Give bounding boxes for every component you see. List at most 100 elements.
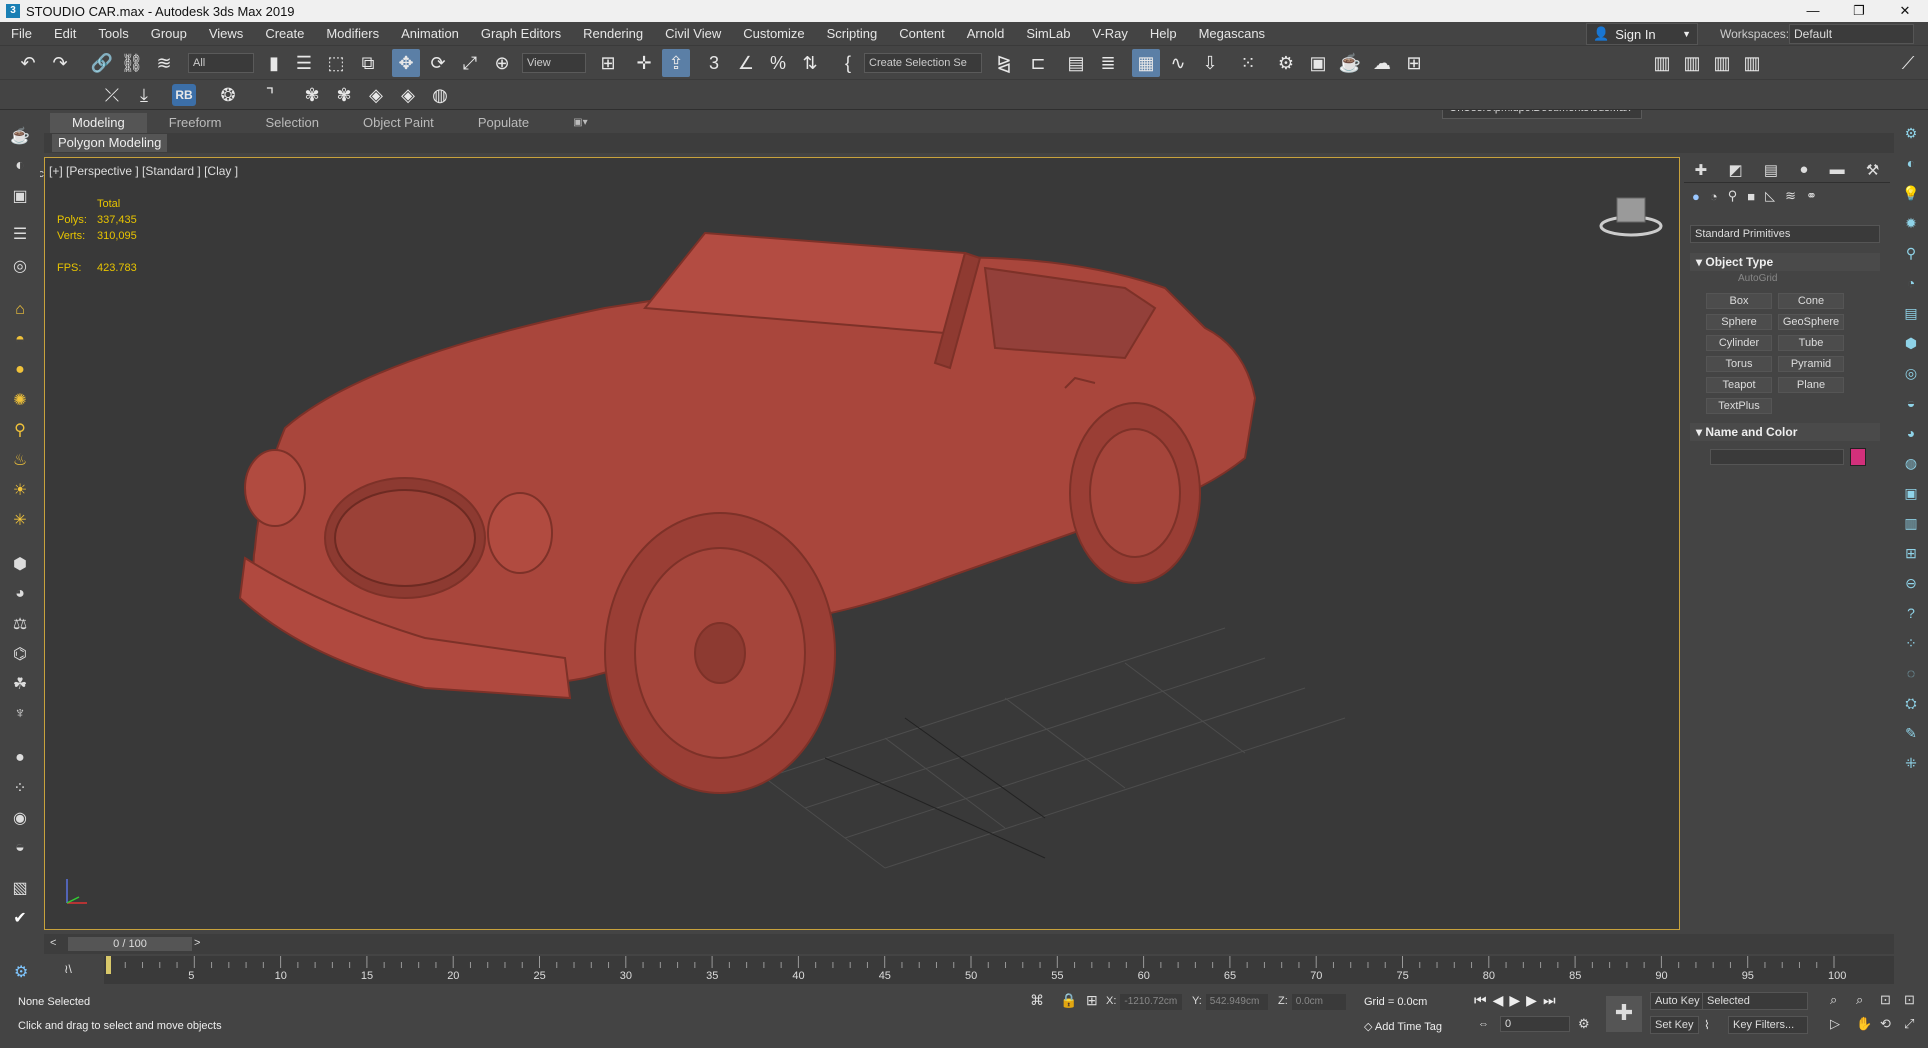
toggle-ribbon-icon[interactable]: ▦: [1132, 49, 1160, 77]
previous-frame-icon[interactable]: ◀: [1493, 992, 1504, 1009]
named-selection-set-dropdown[interactable]: Create Selection Se: [864, 53, 982, 73]
proxy-icon[interactable]: ⬢: [9, 553, 31, 575]
polygon-modeling-panel[interactable]: Polygon Modeling: [52, 134, 168, 152]
selection-filter-dropdown[interactable]: All: [188, 53, 254, 73]
primitive-teapot-button[interactable]: Teapot: [1706, 377, 1772, 393]
window-crossing-icon[interactable]: ⧉: [354, 49, 382, 77]
perspective-viewport[interactable]: [+] [Perspective ] [Standard ] [Clay ] T…: [44, 157, 1680, 930]
vray-info-icon[interactable]: ⊖: [1901, 573, 1921, 593]
menu-animation[interactable]: Animation: [390, 22, 470, 46]
current-frame-field[interactable]: 0: [1500, 1016, 1570, 1032]
helpers-icon[interactable]: ◺: [1765, 188, 1775, 204]
render-shortcuts-icon[interactable]: ⊞: [1400, 49, 1428, 77]
sky-icon[interactable]: ✳: [9, 509, 31, 531]
material-tool-2-icon[interactable]: ◈: [394, 81, 422, 109]
maxscript-icon[interactable]: ⚙: [14, 962, 28, 982]
reference-coordinate-dropdown[interactable]: View: [522, 53, 586, 73]
primitive-plane-button[interactable]: Plane: [1778, 377, 1844, 393]
render-in-cloud-icon[interactable]: ☁: [1368, 49, 1396, 77]
schematic-view-icon[interactable]: ⇩: [1196, 49, 1224, 77]
workspace-dropdown[interactable]: Default: [1789, 24, 1914, 44]
select-and-scale-icon[interactable]: ⤢: [456, 49, 484, 77]
menu-simlab[interactable]: SimLab: [1015, 22, 1081, 46]
pan-icon[interactable]: ◌: [1901, 663, 1921, 683]
car-model[interactable]: [45, 158, 1680, 930]
manipulate-icon[interactable]: ✛: [630, 49, 658, 77]
cameras-icon[interactable]: ■: [1747, 189, 1755, 204]
primitive-geosphere-button[interactable]: GeoSphere: [1778, 314, 1844, 330]
object-type-rollout[interactable]: ▾ Object Type: [1690, 253, 1880, 271]
menu-v-ray[interactable]: V-Ray: [1081, 22, 1138, 46]
pan-view-icon[interactable]: ✋: [1856, 1016, 1872, 1032]
vray-light-icon[interactable]: 💡: [1901, 183, 1921, 203]
lights-icon[interactable]: ⚲: [1728, 188, 1738, 204]
vray-icon[interactable]: ✔: [9, 907, 31, 929]
zoom-extents-icon[interactable]: ⊡: [1880, 992, 1891, 1008]
next-frame-button[interactable]: >: [194, 937, 200, 949]
close-button[interactable]: ✕: [1882, 0, 1928, 22]
vray-sun-icon[interactable]: ✹: [1901, 213, 1921, 233]
menu-content[interactable]: Content: [888, 22, 956, 46]
pivot-center-icon[interactable]: ⊞: [594, 49, 622, 77]
track-bar-icon[interactable]: ≀\: [64, 962, 72, 976]
link-icon[interactable]: 🔗: [88, 49, 116, 77]
lock-icon[interactable]: 🔒: [1060, 992, 1077, 1009]
prev-frame-button[interactable]: <: [50, 937, 56, 949]
add-time-tag[interactable]: ◇ Add Time Tag: [1364, 1020, 1442, 1033]
vray-plane-icon[interactable]: ◍: [1901, 453, 1921, 473]
select-and-move-icon[interactable]: ✥: [392, 49, 420, 77]
menu-graph-editors[interactable]: Graph Editors: [470, 22, 572, 46]
name-and-color-rollout[interactable]: ▾ Name and Color: [1690, 423, 1880, 441]
fov-icon[interactable]: ▷: [1830, 1016, 1840, 1032]
sun-icon[interactable]: ☀: [9, 479, 31, 501]
key-mode-icon[interactable]: ⇔: [1478, 1018, 1489, 1030]
open-file-icon[interactable]: ▥: [1678, 49, 1706, 77]
menu-customize[interactable]: Customize: [732, 22, 815, 46]
menu-modifiers[interactable]: Modifiers: [315, 22, 390, 46]
x-field[interactable]: -1210.72cm: [1120, 994, 1183, 1010]
zoom-all-icon[interactable]: ⌕: [1856, 992, 1863, 1008]
multi-material-icon[interactable]: ⁘: [9, 777, 31, 799]
ribbon-tab-object-paint[interactable]: Object Paint: [341, 113, 456, 133]
select-by-name-icon[interactable]: ☰: [290, 49, 318, 77]
material-ball-icon[interactable]: ●: [9, 747, 31, 769]
vray-ies-icon[interactable]: ⚲: [1901, 243, 1921, 263]
y-field[interactable]: 542.949cm: [1205, 994, 1268, 1010]
render-setup-icon[interactable]: ⚙: [1272, 49, 1300, 77]
mirror-icon[interactable]: ⧎: [990, 49, 1018, 77]
minimize-button[interactable]: —: [1790, 0, 1836, 22]
maximize-toggle-icon[interactable]: ⤢: [1904, 1016, 1914, 1032]
display-tab-icon[interactable]: ▬: [1830, 161, 1845, 178]
viewport-layout-icon[interactable]: ◐: [9, 155, 31, 177]
globe-icon[interactable]: ◍: [426, 81, 454, 109]
photometric-icon[interactable]: ♨: [9, 449, 31, 471]
angle-snap-icon[interactable]: ∠: [732, 49, 760, 77]
import-icon[interactable]: ⤓: [130, 81, 158, 109]
unlink-icon[interactable]: ⛓: [118, 49, 146, 77]
toolbar-overflow-icon[interactable]: ⟋: [1894, 49, 1922, 77]
primitive-cone-button[interactable]: Cone: [1778, 293, 1844, 309]
modify-tab-icon[interactable]: ◩: [1728, 161, 1742, 179]
vray-fur-icon[interactable]: ◎: [1901, 363, 1921, 383]
atom-icon[interactable]: ✾: [298, 81, 326, 109]
key-filters-button[interactable]: Key Filters...: [1728, 1016, 1808, 1034]
object-color-swatch[interactable]: [1850, 448, 1866, 466]
autogrid-checkbox[interactable]: AutoGrid: [1738, 273, 1777, 284]
key-mode-dropdown[interactable]: Selected: [1702, 992, 1808, 1010]
vray-mtl-icon[interactable]: ▤: [1901, 303, 1921, 323]
ribbon-tab-selection[interactable]: Selection: [244, 113, 341, 133]
render-icon[interactable]: ◉: [9, 807, 31, 829]
rectangular-selection-icon[interactable]: ⬚: [322, 49, 350, 77]
vray-lister-icon[interactable]: ⊞: [1901, 543, 1921, 563]
primitive-torus-button[interactable]: Torus: [1706, 356, 1772, 372]
frame-buffer-icon[interactable]: ▧: [9, 877, 31, 899]
ribbon-tab-freeform[interactable]: Freeform: [147, 113, 244, 133]
play-icon[interactable]: ▶: [1509, 992, 1520, 1009]
keyboard-shortcut-override-icon[interactable]: ⇪: [662, 49, 690, 77]
layer-explorer-icon[interactable]: ≣: [1094, 49, 1122, 77]
rb-button[interactable]: RB: [172, 84, 196, 106]
geometry-icon[interactable]: ●: [1692, 189, 1700, 204]
ribbon-tab-populate[interactable]: Populate: [456, 113, 551, 133]
primitive-sphere-button[interactable]: Sphere: [1706, 314, 1772, 330]
vray-mesh-icon[interactable]: ◕: [1901, 423, 1921, 443]
